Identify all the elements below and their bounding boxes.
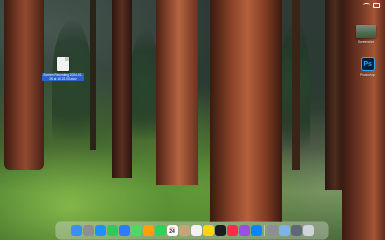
dock-separator <box>263 225 265 236</box>
facetime-icon[interactable] <box>154 225 166 236</box>
desktop-photoshop[interactable]: Ps Photoshop <box>359 57 376 77</box>
tree-trunk <box>292 0 300 170</box>
reminders-icon[interactable] <box>190 225 202 236</box>
tree-trunk <box>90 0 96 150</box>
launchpad-icon[interactable] <box>82 225 94 236</box>
photoshop-icon: Ps <box>360 57 375 71</box>
preview-icon[interactable] <box>278 225 290 236</box>
tree-trunk <box>156 0 198 185</box>
calendar-icon[interactable]: JAN 24 <box>166 225 178 236</box>
settings-icon[interactable] <box>266 225 278 236</box>
menu-bar <box>0 0 385 10</box>
calendar-day: 24 <box>169 228 175 235</box>
photos-icon[interactable] <box>142 225 154 236</box>
image-thumbnail-icon <box>356 25 376 38</box>
messages-icon[interactable] <box>106 225 118 236</box>
desktop-file[interactable]: Screen Recording 2024-01-26 at 10.22.00.… <box>42 57 84 81</box>
finder-icon[interactable] <box>70 225 82 236</box>
tree-trunk <box>4 0 44 170</box>
screenshot-icon[interactable] <box>290 225 302 236</box>
notes-icon[interactable] <box>202 225 214 236</box>
mail-icon[interactable] <box>118 225 130 236</box>
maps-icon[interactable] <box>130 225 142 236</box>
desktop-file-label: Screen Recording 2024-01-26 at 10.22.00.… <box>42 73 84 81</box>
tree-trunk <box>112 0 132 178</box>
podcasts-icon[interactable] <box>238 225 250 236</box>
tv-icon[interactable] <box>214 225 226 236</box>
desktop-screenshot-label: Screenshot <box>357 40 375 44</box>
control-center-icon[interactable] <box>373 2 380 8</box>
music-icon[interactable] <box>226 225 238 236</box>
desktop-wallpaper <box>0 0 385 240</box>
contacts-icon[interactable] <box>178 225 190 236</box>
appstore-icon[interactable] <box>250 225 262 236</box>
wifi-icon[interactable] <box>363 3 370 7</box>
safari-icon[interactable] <box>94 225 106 236</box>
trash-icon[interactable] <box>302 225 314 236</box>
desktop-photoshop-label: Photoshop <box>360 73 376 77</box>
desktop-screenshot[interactable]: Screenshot <box>356 25 376 44</box>
tree-trunk <box>210 0 282 222</box>
document-icon <box>57 57 69 71</box>
dock: JAN 24 <box>56 222 328 239</box>
